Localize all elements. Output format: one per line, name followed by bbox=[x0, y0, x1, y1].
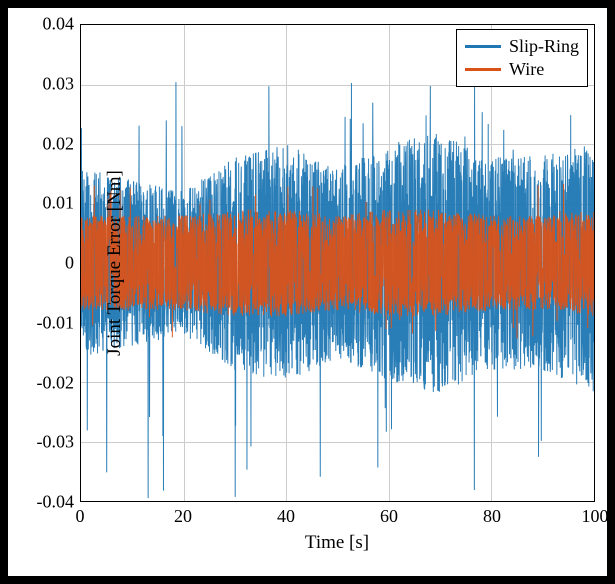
y-axis-label: Joint Torque Error [Nm] bbox=[104, 170, 126, 356]
y-tick-label: 0 bbox=[24, 253, 74, 274]
x-tick-label: 20 bbox=[174, 506, 192, 527]
data-svg bbox=[81, 25, 594, 501]
y-tick-label: 0.01 bbox=[24, 193, 74, 214]
y-tick-label: -0.04 bbox=[24, 492, 74, 513]
x-tick-label: 0 bbox=[76, 506, 85, 527]
x-tick-label: 100 bbox=[582, 506, 609, 527]
y-tick-label: -0.01 bbox=[24, 313, 74, 334]
legend-label: Wire bbox=[509, 59, 544, 80]
y-tick-label: 0.02 bbox=[24, 134, 74, 155]
x-tick-label: 80 bbox=[483, 506, 501, 527]
y-tick-label: -0.03 bbox=[24, 432, 74, 453]
x-axis-label: Time [s] bbox=[305, 532, 369, 554]
y-tick-label: 0.03 bbox=[24, 74, 74, 95]
y-tick-label: -0.02 bbox=[24, 373, 74, 394]
legend-item-slip-ring: Slip-Ring bbox=[465, 36, 579, 57]
x-tick-label: 60 bbox=[380, 506, 398, 527]
legend-item-wire: Wire bbox=[465, 59, 579, 80]
chart-container: Slip-Ring Wire -0.04 -0.03 -0.02 -0.01 0… bbox=[8, 8, 607, 576]
plot-area: Slip-Ring Wire bbox=[80, 24, 595, 502]
legend-label: Slip-Ring bbox=[509, 36, 579, 57]
legend: Slip-Ring Wire bbox=[456, 29, 588, 87]
legend-swatch-slip-ring bbox=[465, 45, 501, 48]
x-tick-label: 40 bbox=[277, 506, 295, 527]
legend-swatch-wire bbox=[465, 68, 501, 71]
y-tick-label: 0.04 bbox=[24, 14, 74, 35]
